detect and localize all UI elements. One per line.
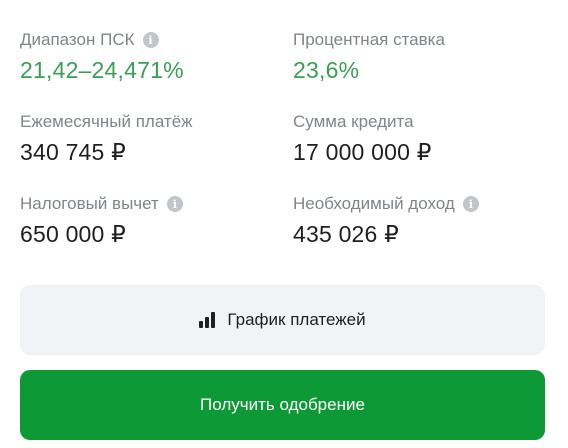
- loan-amount-label: Сумма кредита: [293, 112, 414, 131]
- tax-deduction-block: Налоговый вычет i 650 000 ₽: [20, 192, 293, 274]
- payment-schedule-label: График платежей: [227, 310, 366, 329]
- info-icon[interactable]: i: [166, 196, 183, 212]
- payment-schedule-button[interactable]: График платежей: [20, 285, 545, 355]
- psk-range-label-row: Диапазон ПСК i: [20, 28, 293, 52]
- required-income-label: Необходимый доход: [293, 194, 455, 213]
- loan-amount-label-row: Сумма кредита: [293, 110, 548, 134]
- get-approval-label: Получить одобрение: [200, 395, 365, 414]
- interest-rate-block: Процентная ставка 23,6%: [293, 28, 548, 110]
- info-icon[interactable]: i: [142, 32, 159, 48]
- loan-summary-grid: Диапазон ПСК i 21,42–24,471% Процентная …: [20, 28, 548, 274]
- monthly-payment-value: 340 745 ₽: [20, 139, 126, 165]
- loan-amount-value: 17 000 000 ₽: [293, 139, 432, 165]
- info-icon[interactable]: i: [462, 196, 479, 212]
- bar-chart-icon: [199, 312, 217, 328]
- psk-range-label: Диапазон ПСК: [20, 30, 135, 49]
- interest-rate-label: Процентная ставка: [293, 30, 445, 49]
- required-income-block: Необходимый доход i 435 026 ₽: [293, 192, 548, 274]
- monthly-payment-label: Ежемесячный платёж: [20, 112, 193, 131]
- interest-rate-value: 23,6%: [293, 57, 360, 83]
- get-approval-button[interactable]: Получить одобрение: [20, 370, 545, 440]
- interest-rate-label-row: Процентная ставка: [293, 28, 548, 52]
- monthly-payment-block: Ежемесячный платёж 340 745 ₽: [20, 110, 293, 192]
- psk-range-value: 21,42–24,471%: [20, 57, 184, 83]
- tax-deduction-label: Налоговый вычет: [20, 194, 159, 213]
- required-income-value: 435 026 ₽: [293, 221, 399, 247]
- tax-deduction-label-row: Налоговый вычет i: [20, 192, 293, 216]
- loan-amount-block: Сумма кредита 17 000 000 ₽: [293, 110, 548, 192]
- required-income-label-row: Необходимый доход i: [293, 192, 548, 216]
- monthly-payment-label-row: Ежемесячный платёж: [20, 110, 293, 134]
- psk-range-block: Диапазон ПСК i 21,42–24,471%: [20, 28, 293, 110]
- tax-deduction-value: 650 000 ₽: [20, 221, 126, 247]
